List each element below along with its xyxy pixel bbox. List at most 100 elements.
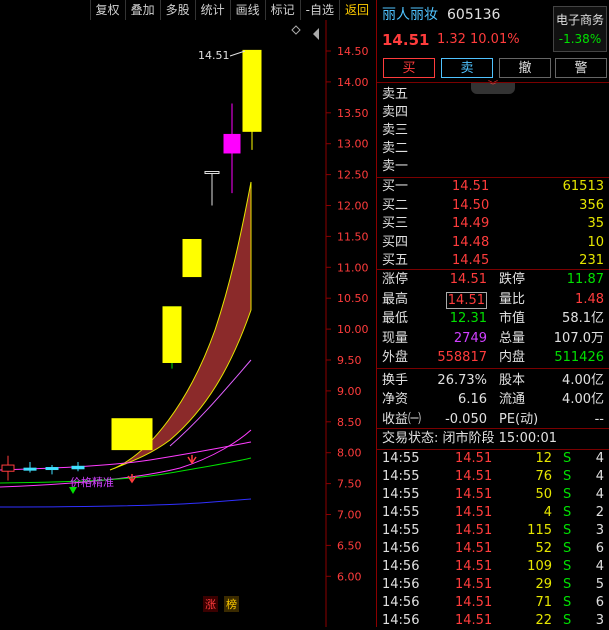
- tick-time: 14:56: [382, 577, 420, 592]
- candle-body[interactable]: [45, 467, 59, 471]
- stat-limit-down-label: 跌停: [499, 272, 526, 287]
- chart-toolbar: 复权 叠加 多股 统计 画线 标记 -自选 返回: [0, 0, 374, 20]
- price-tick-label: 6.00: [337, 570, 362, 583]
- last-price: 14.51: [382, 31, 430, 49]
- scroll-up-icon[interactable]: [313, 28, 319, 40]
- buy-signal-arrow-icon: [187, 455, 197, 465]
- tick-price: 14.51: [455, 595, 493, 610]
- tick-volume: 29: [535, 577, 552, 592]
- bid-row[interactable]: 买三 14.49 35: [377, 215, 609, 233]
- stat-mkt-cap-label: 市值: [499, 311, 526, 326]
- tick-time: 14:56: [382, 613, 420, 628]
- tick-price: 14.51: [455, 451, 493, 466]
- tick-time: 14:56: [382, 595, 420, 610]
- toolbar-item-6[interactable]: -自选: [299, 0, 339, 20]
- ask-label: 卖二: [382, 141, 409, 156]
- high-price-label: 14.51: [198, 49, 230, 62]
- bid-volume: 35: [587, 216, 604, 231]
- candle-body[interactable]: [223, 133, 241, 154]
- stat-total-vol-label: 总量: [499, 330, 526, 346]
- stat-cur-vol-label: 现量: [382, 330, 409, 346]
- cancel-order-button[interactable]: 撤: [499, 58, 551, 78]
- kline-chart[interactable]: 14.50 14.00 13.50 13.00 12.50 12.00 11.50 11.00…: [0, 0, 374, 627]
- bid-row[interactable]: 买二 14.50 356: [377, 197, 609, 215]
- tick-row: 14:56 14.51 22 S 3: [377, 612, 609, 630]
- price-tick-label: 10.00: [337, 323, 369, 336]
- ask-row[interactable]: 卖一: [377, 158, 609, 176]
- toolbar-item-1[interactable]: 叠加: [124, 0, 160, 20]
- stat-vol-ratio: 1.48: [575, 291, 604, 307]
- tick-volume: 109: [527, 559, 552, 574]
- tick-count: 4: [595, 451, 604, 466]
- tick-count: 3: [595, 613, 604, 628]
- ask-label: 卖一: [382, 159, 409, 174]
- limit-up-badge[interactable]: 涨: [203, 596, 218, 612]
- stat-equity-label: 股本: [499, 372, 526, 388]
- sell-button[interactable]: 卖: [441, 58, 493, 78]
- ask-row[interactable]: 卖四: [377, 104, 609, 122]
- ask-row[interactable]: 卖三: [377, 122, 609, 140]
- tick-volume: 4: [543, 505, 552, 520]
- candle-body[interactable]: [204, 171, 220, 175]
- buy-button[interactable]: 买: [383, 58, 435, 78]
- ranking-badge[interactable]: 榜: [224, 596, 239, 612]
- alert-button[interactable]: 警: [555, 58, 607, 78]
- ask-row[interactable]: 卖五: [377, 86, 609, 104]
- price-tick-label: 14.00: [337, 76, 369, 89]
- bid-row[interactable]: 买五 14.45 231: [377, 252, 609, 270]
- toolbar-item-2[interactable]: 多股: [159, 0, 195, 20]
- tick-side: S: [563, 595, 572, 610]
- price-tick-label: 12.00: [337, 200, 369, 213]
- candle-body[interactable]: [111, 418, 153, 451]
- bid-row[interactable]: 买四 14.48 10: [377, 234, 609, 252]
- stat-eps: -0.050: [445, 411, 487, 427]
- candle-body[interactable]: [1, 464, 15, 472]
- toolbar-item-5[interactable]: 标记: [264, 0, 300, 20]
- stat-pe-label: PE(动): [499, 411, 539, 427]
- stat-low: 12.31: [449, 311, 487, 326]
- stat-row: 现量 2749 总量 107.0万: [377, 330, 609, 348]
- tick-side: S: [563, 451, 572, 466]
- toolbar-item-4[interactable]: 画线: [229, 0, 265, 20]
- toolbar-item-0[interactable]: 复权: [89, 0, 125, 20]
- price-tick-label: 8.50: [337, 416, 362, 429]
- candle-body[interactable]: [23, 467, 37, 471]
- bid-price: 14.51: [452, 179, 490, 194]
- bid-price: 14.49: [452, 216, 490, 231]
- tick-side: S: [563, 523, 572, 538]
- tick-side: S: [563, 577, 572, 592]
- tick-volume: 50: [535, 487, 552, 502]
- tick-time: 14:55: [382, 469, 420, 484]
- bid-volume: 356: [579, 197, 604, 213]
- stat-eps-label: 收益㈠: [382, 411, 422, 427]
- stat-low-label: 最低: [382, 311, 409, 326]
- tick-price: 14.51: [455, 541, 493, 556]
- candle-body[interactable]: [162, 306, 182, 363]
- stat-row: 换手 26.73% 股本 4.00亿: [377, 372, 609, 390]
- bid-label: 买四: [382, 234, 409, 250]
- kline-svg[interactable]: 14.50 14.00 13.50 13.00 12.50 12.00 11.50 11.00…: [0, 0, 374, 627]
- tick-time: 14:56: [382, 559, 420, 574]
- ask-row[interactable]: 卖二: [377, 140, 609, 158]
- bid-label: 买三: [382, 216, 409, 231]
- candle-body[interactable]: [71, 465, 85, 470]
- price-tick-label: 13.50: [337, 107, 369, 120]
- stat-limit-up: 14.51: [449, 272, 487, 287]
- bid-price: 14.45: [452, 253, 490, 268]
- candle-body[interactable]: [182, 238, 202, 278]
- toolbar-item-3[interactable]: 统计: [194, 0, 230, 20]
- stat-high: 14.51: [445, 291, 487, 309]
- quote-panel: 丽人丽妆 605136 电子商务 -1.38% 14.51 1.32 10.01…: [376, 0, 609, 630]
- stat-row: 净资 6.16 流通 4.00亿: [377, 391, 609, 409]
- trade-status: 交易状态: 闭市阶段 15:00:01: [382, 431, 558, 446]
- stat-outer-label: 外盘: [382, 350, 409, 365]
- stock-code: 605136: [447, 7, 501, 23]
- tick-count: 6: [595, 541, 604, 556]
- tick-row: 14:55 14.51 50 S 4: [377, 486, 609, 504]
- candle-body[interactable]: [242, 49, 262, 132]
- stat-total-vol: 107.0万: [553, 330, 604, 346]
- bid-label: 买二: [382, 197, 409, 213]
- price-tick-label: 13.00: [337, 138, 369, 151]
- bid-row[interactable]: 买一 14.51 61513: [377, 178, 609, 196]
- toolbar-item-7[interactable]: 返回: [338, 0, 374, 20]
